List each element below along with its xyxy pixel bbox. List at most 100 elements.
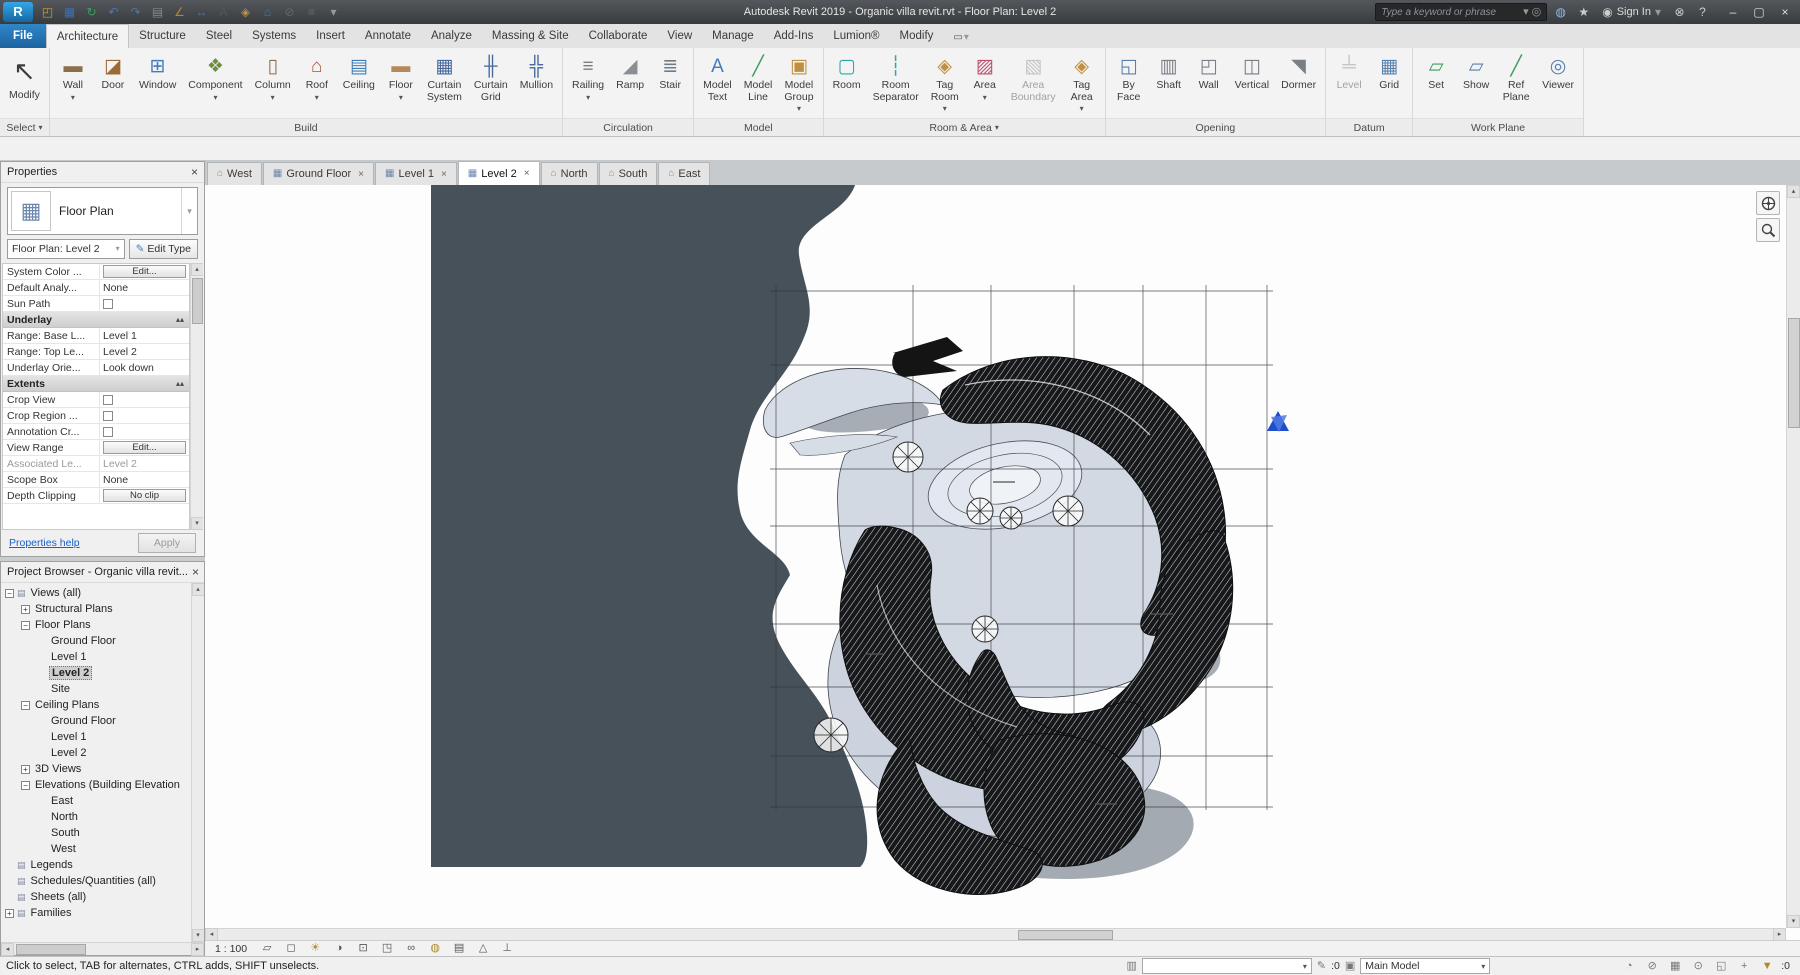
sun-path-button[interactable]: ☀ [306,941,324,957]
ribbon-tab-steel[interactable]: Steel [196,24,242,48]
instance-selector[interactable]: Floor Plan: Level 2 ▾ [7,239,125,259]
ribbon-button-door[interactable]: ◪ Door [93,50,133,118]
close-view-icon[interactable]: × [524,168,530,179]
ribbon-button-tag-room[interactable]: ◈ Tag Room ▾ [925,50,965,118]
ribbon-button-column[interactable]: ▯ Column ▾ [249,50,297,118]
help-button[interactable]: ? [1692,2,1713,22]
ribbon-button-modify[interactable]: ↖ Modify [3,50,46,118]
panel-label-room-area[interactable]: Room & Area ▾ [823,118,1105,136]
properties-help-link[interactable]: Properties help [9,537,80,549]
property-sun-path[interactable]: Sun Path [3,296,189,312]
vertical-scrollbar[interactable]: ▴ ▾ [1786,185,1800,928]
property-underlay-orie[interactable]: Underlay Orie... Look down [3,360,189,376]
default-3d-view-button[interactable]: ⌂ [257,2,278,22]
horizontal-scroll-thumb[interactable] [1018,929,1113,940]
collapse-icon[interactable]: − [21,620,30,630]
ribbon-button-tag-area[interactable]: ◈ Tag Area ▾ [1062,50,1102,118]
tree-item-ceiling-plans[interactable]: − Ceiling Plans [1,697,191,713]
design-options-dropdown[interactable]: Main Model ▾ [1360,958,1491,974]
properties-scroll-thumb[interactable] [191,278,203,324]
scroll-right-icon[interactable]: ▸ [191,942,204,956]
ribbon-button-wall[interactable]: ◰ Wall [1189,50,1229,118]
ribbon-button-mullion[interactable]: ╬ Mullion [514,50,559,118]
tree-item-sheets-all[interactable]: ▤ Sheets (all) [1,889,191,905]
favorites-button[interactable]: ★ [1573,2,1594,22]
ribbon-tab-collaborate[interactable]: Collaborate [579,24,658,48]
reveal-hidden-elements-button[interactable]: ◍ [426,941,444,957]
browser-vertical-scrollbar[interactable]: ▴ ▾ [191,583,204,942]
close-view-icon[interactable]: × [358,169,364,180]
scroll-up-icon[interactable]: ▴ [191,583,204,596]
panel-label-build[interactable]: Build [49,118,563,136]
print-button[interactable]: ▤ [147,2,168,22]
active-workset-dropdown[interactable]: ▾ [1141,958,1312,974]
tree-item-north[interactable]: North [1,809,191,825]
collapse-icon[interactable]: − [21,780,30,790]
measure-button[interactable]: ∠ [169,2,190,22]
scroll-down-icon[interactable]: ▾ [190,517,203,530]
sign-in-button[interactable]: ◉ Sign In ▾ [1596,6,1667,18]
property-depth-clipping[interactable]: Depth Clipping No clip [3,488,189,504]
panel-label-circulation[interactable]: Circulation [563,118,694,136]
scroll-up-icon[interactable]: ▴ [190,263,203,276]
ribbon-tab-manage[interactable]: Manage [702,24,764,48]
ribbon-button-dormer[interactable]: ◥ Dormer [1275,50,1322,118]
ribbon-button-ramp[interactable]: ◢ Ramp [610,50,650,118]
ribbon-tab-view[interactable]: View [657,24,702,48]
ribbon-button-ref-plane[interactable]: ╱ Ref Plane [1496,50,1536,118]
maximize-button[interactable]: ▢ [1746,2,1772,22]
ribbon-tab-analyze[interactable]: Analyze [421,24,482,48]
ribbon-button-room[interactable]: ▢ Room [827,50,867,118]
view-tab-level-1[interactable]: ▦ Level 1 × [375,162,457,185]
ribbon-tab-annotate[interactable]: Annotate [355,24,421,48]
scroll-left-icon[interactable]: ◂ [1,942,14,956]
tree-item-structural-plans[interactable]: + Structural Plans [1,601,191,617]
open-button[interactable]: ◰ [37,2,58,22]
scroll-down-icon[interactable]: ▾ [1787,915,1800,928]
tree-item-views-all[interactable]: − ▤ Views (all) [1,585,191,601]
show-analytical-model-button[interactable]: △ [474,941,492,957]
section-button[interactable]: ⊘ [279,2,300,22]
ribbon-button-curtain-grid[interactable]: ╫ Curtain Grid [468,50,514,118]
tree-item-ground-floor[interactable]: Ground Floor [1,633,191,649]
sun-path-checkbox[interactable] [103,298,113,309]
close-view-icon[interactable]: × [441,169,447,180]
type-selector-dropdown-icon[interactable]: ▾ [181,188,197,234]
ribbon-button-model-line[interactable]: ╱ Model Line [738,50,779,118]
section-collapse-icon[interactable]: ▴▴ [176,315,189,324]
ribbon-button-curtain-system[interactable]: ▦ Curtain System [421,50,468,118]
panel-label-work-plane[interactable]: Work Plane [1413,118,1584,136]
property-scope-box[interactable]: Scope Box None [3,472,189,488]
ribbon-tab-add-ins[interactable]: Add-Ins [764,24,824,48]
view-tab-ground-floor[interactable]: ▦ Ground Floor × [262,162,375,185]
tree-item-level-1[interactable]: Level 1 [1,729,191,745]
close-browser-icon[interactable]: × [188,566,199,578]
tree-item-level-1[interactable]: Level 1 [1,649,191,665]
browser-horizontal-scrollbar[interactable]: ◂ ▸ [1,942,204,956]
ribbon-tab-file[interactable]: File [0,24,46,48]
ribbon-button-by-face[interactable]: ◱ By Face [1109,50,1149,118]
drag-on-selection-button[interactable]: + [1735,958,1753,974]
aligned-dimension-button[interactable]: ↔ [191,2,212,22]
annotation-cr-checkbox[interactable] [103,426,113,437]
ribbon-button-ceiling[interactable]: ▤ Ceiling [337,50,381,118]
visual-style-button[interactable]: ◻ [282,941,300,957]
tree-item-floor-plans[interactable]: − Floor Plans [1,617,191,633]
scale-button[interactable]: 1 : 100 [210,943,252,955]
ribbon-button-room-separator[interactable]: ┆ Room Separator [867,50,925,118]
tree-item-level-2[interactable]: Level 2 [1,665,191,681]
property-associated-le[interactable]: Associated Le... Level 2 [3,456,189,472]
search-icon[interactable]: ◎ [1532,6,1542,18]
ribbon-tab-massing-site[interactable]: Massing & Site [482,24,579,48]
exchange-apps-button[interactable]: ⊗ [1669,2,1690,22]
tag-by-category-button[interactable]: ◈ [235,2,256,22]
crop-region-checkbox[interactable] [103,410,113,421]
tree-item-ground-floor[interactable]: Ground Floor [1,713,191,729]
tree-item-legends[interactable]: ▤ Legends [1,857,191,873]
view-tab-west[interactable]: ⌂ West [207,162,262,185]
browser-scroll-thumb[interactable] [16,943,86,955]
property-annotation-cr[interactable]: Annotation Cr... [3,424,189,440]
tree-item-elevations-building-elevation[interactable]: − Elevations (Building Elevation [1,777,191,793]
text-note-button[interactable]: A [213,2,234,22]
tree-item-3d-views[interactable]: +3D Views [1,761,191,777]
